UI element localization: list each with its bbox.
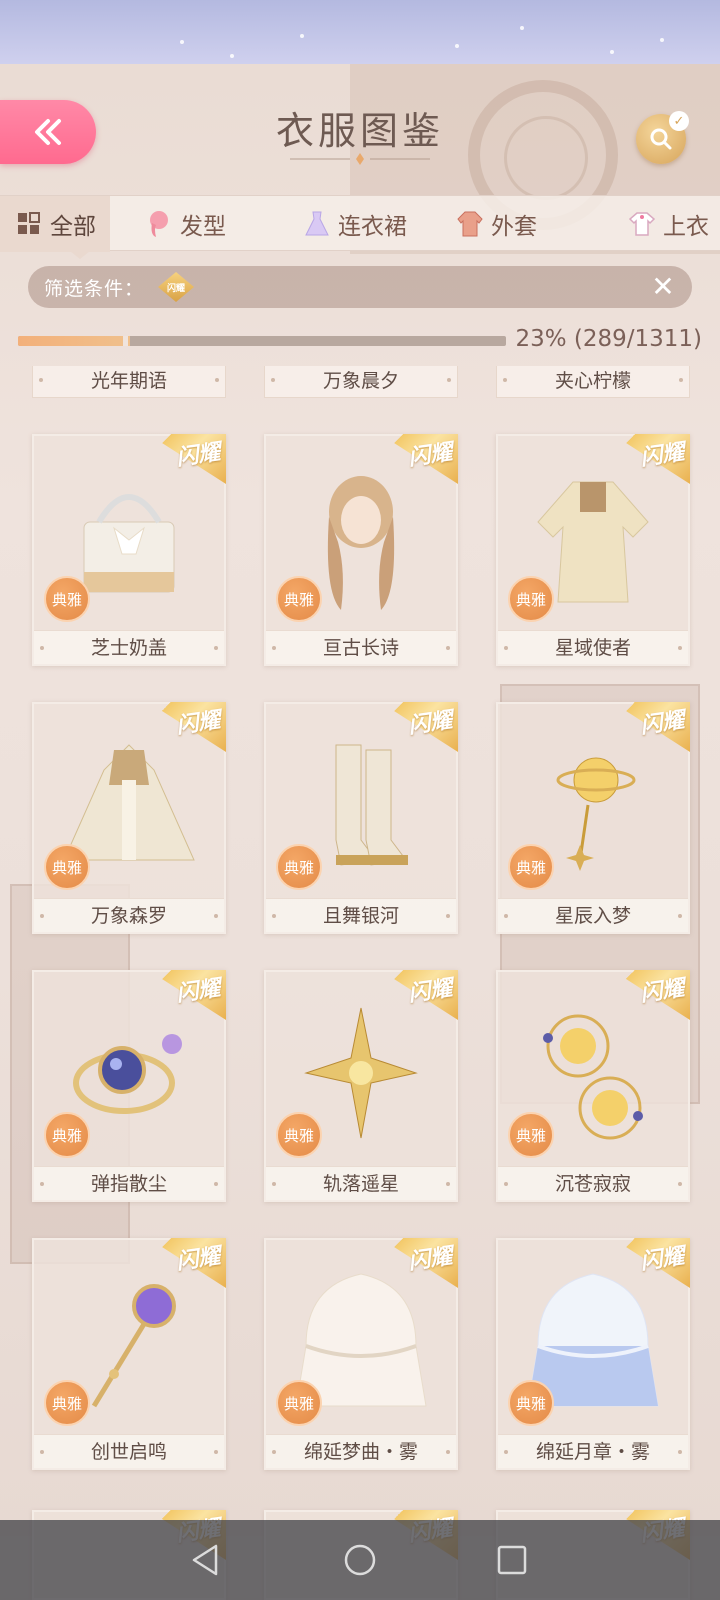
item-name: 绵延梦曲・雾 [266, 1434, 456, 1468]
tab-label: 全部 [50, 214, 96, 240]
item-name: 星域使者 [498, 630, 688, 664]
filter-chip-shining[interactable]: 闪耀 [158, 272, 195, 302]
item-card[interactable]: 闪耀 典雅 弹指散尘 [32, 970, 226, 1202]
elegant-badge: 典雅 [508, 844, 554, 890]
tab-hair[interactable]: 发型 [130, 196, 240, 252]
item-card[interactable]: 闪耀 典雅 绵延月章・雾 [496, 1238, 690, 1470]
elegant-badge: 典雅 [44, 844, 90, 890]
nav-back-icon[interactable] [188, 1542, 224, 1578]
elegant-badge: 典雅 [44, 1380, 90, 1426]
tab-label: 外套 [491, 214, 537, 240]
item-name: 绵延月章・雾 [498, 1434, 688, 1468]
progress-fill [18, 336, 131, 346]
item-card[interactable]: 闪耀 典雅 绵延梦曲・雾 [264, 1238, 458, 1470]
collection-progress-bar [18, 336, 506, 346]
elegant-badge: 典雅 [44, 1112, 90, 1158]
item-name-peek[interactable]: 夹心柠檬 [496, 366, 690, 398]
elegant-badge: 典雅 [508, 1112, 554, 1158]
elegant-badge: 典雅 [44, 576, 90, 622]
progress-text: 23% (289/1311) [515, 326, 702, 352]
nav-home-icon[interactable] [342, 1542, 378, 1578]
elegant-badge: 典雅 [276, 1380, 322, 1426]
item-name: 且舞银河 [266, 898, 456, 932]
shirt-icon [628, 212, 656, 236]
item-name: 创世启鸣 [34, 1434, 224, 1468]
grid-icon [18, 212, 40, 234]
item-name: 轨落遥星 [266, 1166, 456, 1200]
tab-top[interactable]: 上衣 [613, 196, 720, 252]
elegant-badge: 典雅 [276, 1112, 322, 1158]
item-name: 芝士奶盖 [34, 630, 224, 664]
item-card[interactable]: 闪耀 典雅 沉苍寂寂 [496, 970, 690, 1202]
tab-label: 连衣裙 [338, 214, 407, 240]
item-card[interactable]: 闪耀 典雅 万象森罗 [32, 702, 226, 934]
elegant-badge: 典雅 [276, 844, 322, 890]
item-name: 亘古长诗 [266, 630, 456, 664]
dress-icon [305, 211, 329, 236]
item-card[interactable]: 闪耀 典雅 且舞银河 [264, 702, 458, 934]
item-name: 万象森罗 [34, 898, 224, 932]
item-card[interactable]: 闪耀 典雅 轨落遥星 [264, 970, 458, 1202]
item-name: 星辰入梦 [498, 898, 688, 932]
item-name-peek[interactable]: 万象晨夕 [264, 366, 458, 398]
search-button[interactable]: ✓ [636, 111, 689, 164]
elegant-badge: 典雅 [508, 1380, 554, 1426]
item-card[interactable]: 闪耀 典雅 星辰入梦 [496, 702, 690, 934]
check-icon: ✓ [669, 111, 689, 131]
tab-label: 发型 [180, 214, 226, 240]
clear-filter-button[interactable]: ✕ [648, 272, 678, 302]
status-bar [0, 0, 720, 64]
filter-label: 筛选条件： [44, 277, 145, 300]
filter-bar: 筛选条件： 闪耀 ✕ [28, 266, 692, 308]
category-tabs: 全部 发型 连衣裙 外套 上衣 [0, 195, 720, 252]
title-ornament-icon [290, 153, 430, 165]
elegant-badge: 典雅 [508, 576, 554, 622]
page-title: 衣服图鉴 [275, 109, 444, 153]
item-card[interactable]: 闪耀 典雅 创世启鸣 [32, 1238, 226, 1470]
hair-icon [150, 211, 168, 237]
item-card[interactable]: 闪耀 典雅 芝士奶盖 [32, 434, 226, 666]
tab-coat[interactable]: 外套 [441, 196, 551, 252]
nav-recents-icon[interactable] [494, 1542, 530, 1578]
tab-dress[interactable]: 连衣裙 [288, 196, 421, 252]
item-name-peek[interactable]: 光年期语 [32, 366, 226, 398]
item-card[interactable]: 闪耀 典雅 亘古长诗 [264, 434, 458, 666]
system-nav-bar [0, 1520, 720, 1600]
coat-icon [457, 211, 483, 237]
elegant-badge: 典雅 [276, 576, 322, 622]
item-name: 弹指散尘 [34, 1166, 224, 1200]
tab-label: 上衣 [663, 214, 709, 240]
item-card[interactable]: 闪耀 典雅 星域使者 [496, 434, 690, 666]
active-tab-indicator [70, 251, 90, 259]
item-name: 沉苍寂寂 [498, 1166, 688, 1200]
tab-all[interactable]: 全部 [0, 196, 110, 252]
search-icon [650, 128, 672, 150]
